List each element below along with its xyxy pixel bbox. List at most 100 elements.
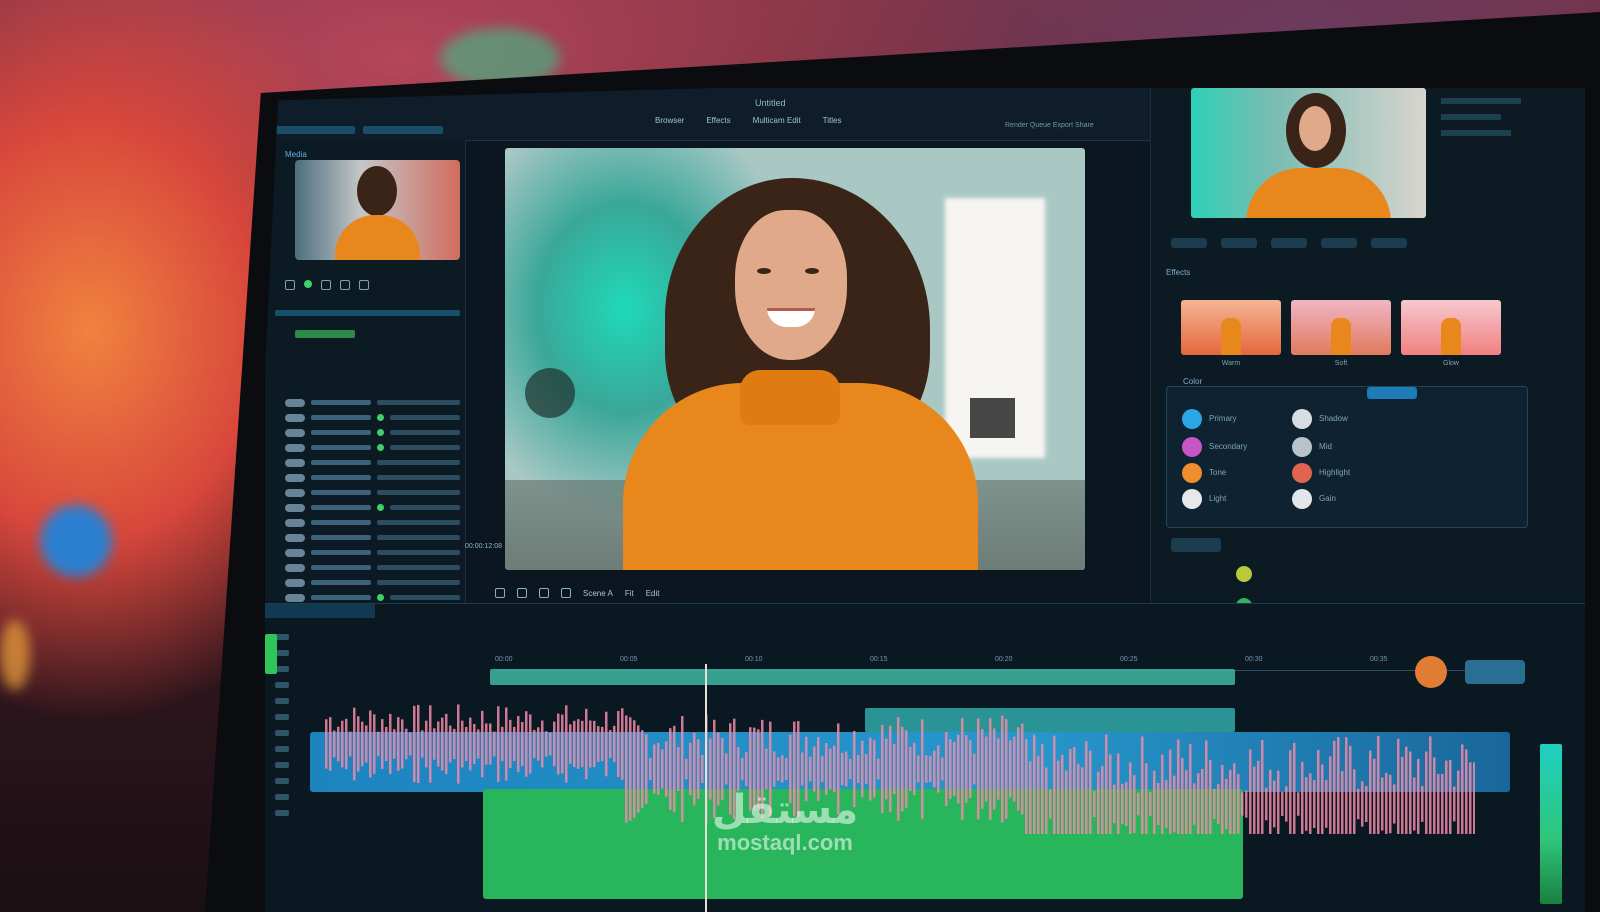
color-swatch[interactable] [1182, 463, 1202, 483]
tab-library[interactable] [275, 126, 355, 134]
ruler-tick: 00:30 [1245, 656, 1263, 663]
video-preview[interactable] [505, 148, 1085, 570]
waveform-bar [677, 746, 680, 792]
background-lamp [525, 368, 575, 418]
waveform-bar [405, 728, 408, 760]
waveform-bar [741, 757, 744, 781]
edit-mode-label[interactable]: Edit [646, 589, 660, 598]
waveform-bar [933, 750, 936, 788]
waveform-bar [1153, 770, 1156, 834]
waveform-bar [1449, 759, 1452, 834]
waveform-bar [1321, 764, 1324, 834]
waveform-bar [785, 758, 788, 780]
menu-item-browser[interactable]: Browser [655, 116, 684, 125]
waveform-bar [509, 719, 512, 769]
color-swatch[interactable] [1292, 489, 1312, 509]
waveform-bar [1177, 739, 1180, 834]
waveform-bar [1425, 751, 1428, 834]
audio-section-button[interactable] [1171, 538, 1221, 552]
list-item[interactable] [285, 425, 460, 440]
settings-icon[interactable] [359, 280, 369, 290]
waveform-bar [633, 720, 636, 818]
list-item[interactable] [285, 485, 460, 500]
color-swatch[interactable] [1292, 409, 1312, 429]
color-swatch[interactable] [1182, 409, 1202, 429]
clip-list [285, 395, 460, 605]
inspector-tab[interactable] [1221, 238, 1257, 248]
menu-item-titles[interactable]: Titles [823, 116, 842, 125]
loop-icon[interactable] [561, 588, 571, 598]
effect-thumb-soft[interactable] [1291, 300, 1391, 355]
inspector-tabs [1171, 238, 1407, 248]
color-swatch[interactable] [1292, 437, 1312, 457]
list-item[interactable] [285, 395, 460, 410]
waveform-bar [1169, 749, 1172, 834]
list-item[interactable] [285, 560, 460, 575]
waveform-bar [845, 751, 848, 787]
record-button[interactable] [1415, 656, 1447, 688]
inspector-tab[interactable] [1271, 238, 1307, 248]
skip-forward-icon[interactable] [539, 588, 549, 598]
waveform-bar [1357, 788, 1360, 820]
waveform-bar [1049, 789, 1052, 819]
playhead[interactable] [705, 664, 707, 912]
inspector-tab[interactable] [1371, 238, 1407, 248]
waveform-bar [457, 704, 460, 784]
waveform-bar [389, 713, 392, 775]
waveform-bar [1397, 738, 1400, 834]
color-swatch[interactable] [1182, 489, 1202, 509]
waveform-bar [493, 731, 496, 757]
source-transport [285, 280, 369, 290]
waveform-bar [1241, 792, 1244, 816]
waveform-bar [1057, 760, 1060, 834]
waveform-bar [1341, 771, 1344, 834]
tab-project[interactable] [363, 126, 443, 134]
list-item[interactable] [285, 515, 460, 530]
waveform-bar [1113, 784, 1116, 824]
waveform-bar [817, 737, 820, 801]
waveform-bar [1229, 769, 1232, 834]
list-item[interactable] [285, 545, 460, 560]
mark-in-icon[interactable] [321, 280, 331, 290]
list-item[interactable] [285, 440, 460, 455]
mark-out-icon[interactable] [340, 280, 350, 290]
toggle-yellow[interactable] [1236, 566, 1252, 582]
waveform-bar [749, 727, 752, 811]
zoom-select[interactable]: Fit [625, 589, 634, 598]
waveform-bar [581, 720, 584, 768]
timeline-tab[interactable] [265, 604, 375, 618]
timeline-action-button[interactable] [1465, 660, 1525, 684]
waveform-bar [549, 732, 552, 756]
list-item[interactable] [285, 530, 460, 545]
swatch-label: Primary [1209, 414, 1237, 423]
waveform-bar [961, 718, 964, 820]
viewer-thumbnail[interactable] [1191, 88, 1426, 218]
ruler-tick: 00:20 [995, 656, 1013, 663]
list-item[interactable] [285, 575, 460, 590]
source-clip-thumbnail[interactable] [295, 160, 460, 260]
window-title: Untitled [755, 98, 786, 108]
color-swatch[interactable] [1182, 437, 1202, 457]
list-item[interactable] [285, 455, 460, 470]
waveform-bar [1101, 765, 1104, 834]
inspector-tab[interactable] [1171, 238, 1207, 248]
menu-item-multicam[interactable]: Multicam Edit [753, 116, 801, 125]
list-item[interactable] [285, 470, 460, 485]
effect-thumb-glow[interactable] [1401, 300, 1501, 355]
menu-item-effects[interactable]: Effects [706, 116, 730, 125]
inspector-tab[interactable] [1321, 238, 1357, 248]
color-apply-button[interactable] [1367, 387, 1417, 399]
waveform-bar [1405, 746, 1408, 834]
list-item[interactable] [285, 410, 460, 425]
play-icon[interactable] [517, 588, 527, 598]
waveform-bar [1085, 741, 1088, 834]
swatch-label: Tone [1209, 468, 1227, 477]
color-swatch[interactable] [1292, 463, 1312, 483]
filter-tag[interactable] [295, 330, 355, 338]
waveform-bar [977, 718, 980, 820]
play-icon[interactable] [285, 280, 295, 290]
effect-thumb-warm[interactable] [1181, 300, 1281, 355]
subject-face [735, 210, 847, 360]
list-item[interactable] [285, 500, 460, 515]
skip-back-icon[interactable] [495, 588, 505, 598]
